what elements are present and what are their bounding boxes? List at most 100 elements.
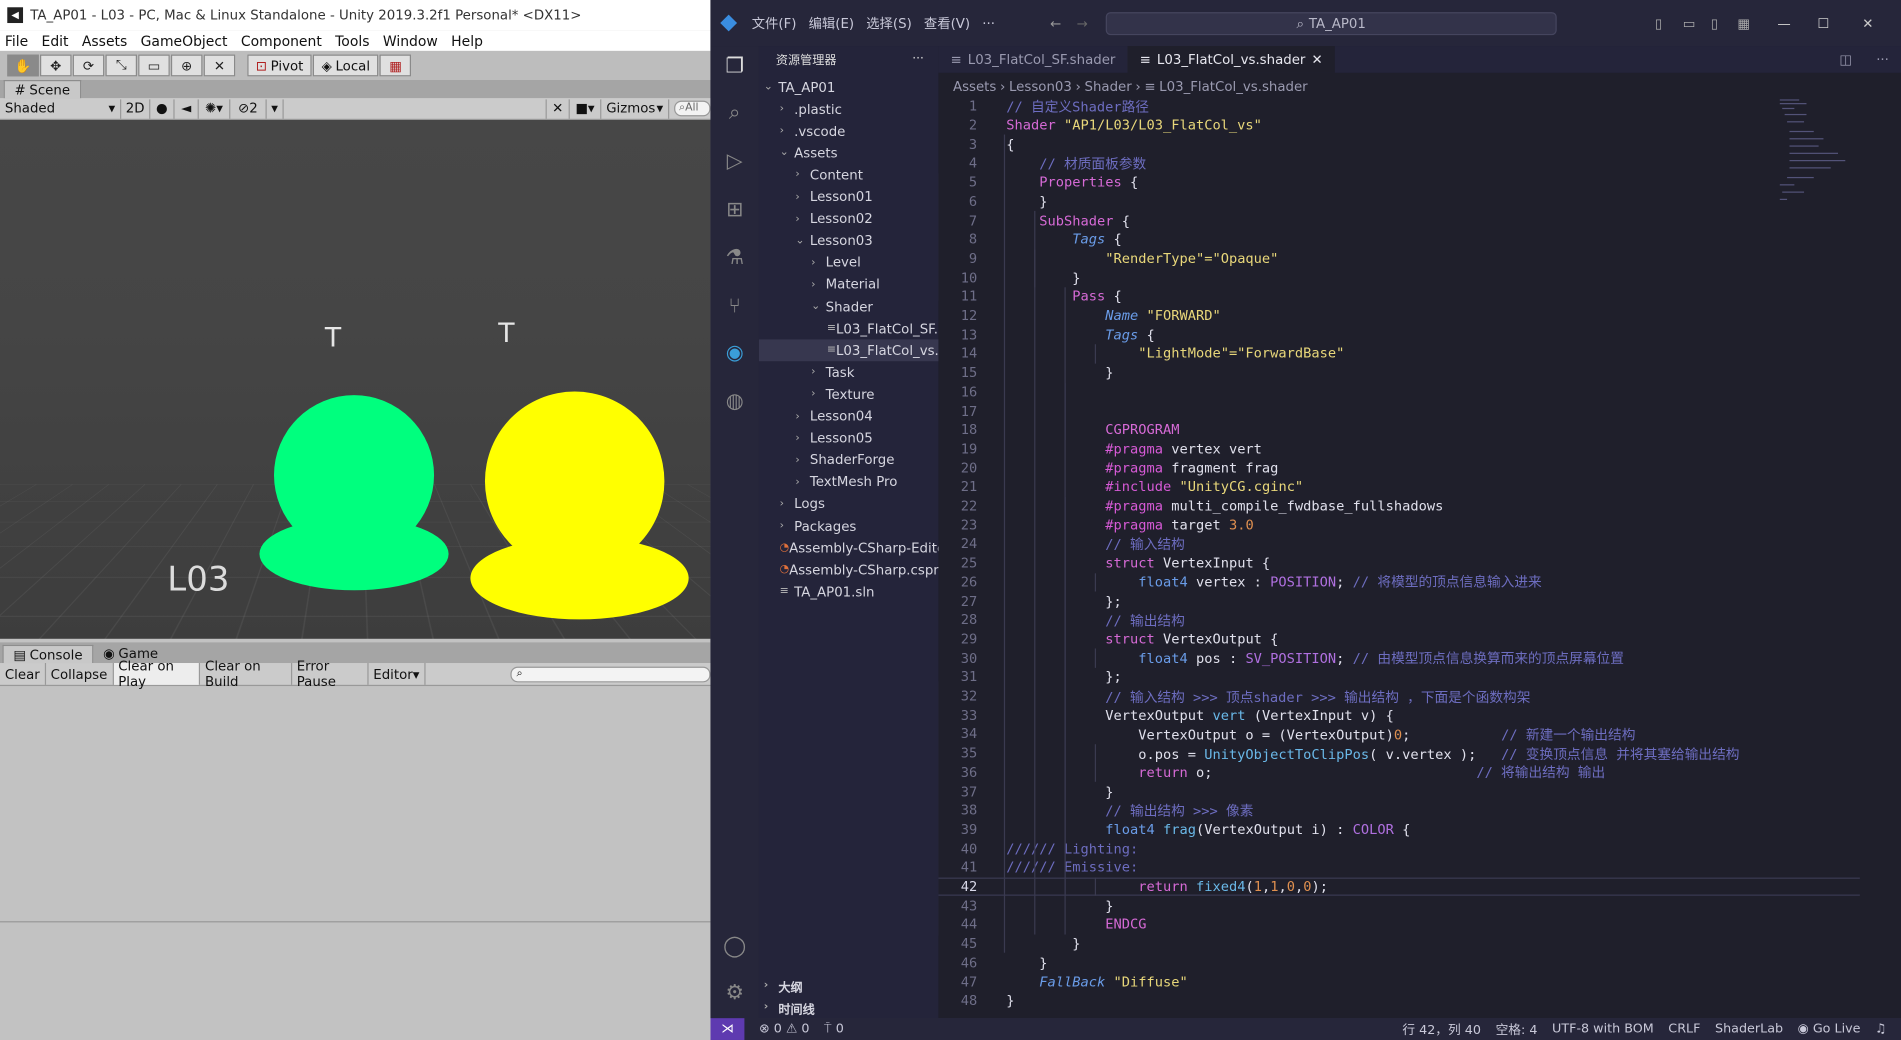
- hand-tool-button[interactable]: ✋: [7, 54, 39, 77]
- ports-indicator[interactable]: ⍑ 0: [824, 1021, 844, 1037]
- code-line[interactable]: 11 Pass {: [938, 287, 1859, 306]
- tree-folder[interactable]: › Level: [759, 252, 938, 274]
- split-editor-button[interactable]: ◫: [1827, 46, 1864, 73]
- code-line[interactable]: 5 Properties {: [938, 173, 1859, 192]
- hidden-layers-toggle[interactable]: ⊘ 2: [230, 98, 267, 119]
- minimize-icon[interactable]: —: [1777, 15, 1790, 31]
- settings-gear-icon[interactable]: ⚙: [721, 979, 748, 1006]
- code-line[interactable]: 13 Tags {: [938, 325, 1859, 344]
- code-line[interactable]: 9 "RenderType"="Opaque": [938, 249, 1859, 268]
- shading-mode-dropdown[interactable]: Shaded ▾: [0, 98, 122, 119]
- rotate-tool-button[interactable]: ⟳: [72, 54, 105, 77]
- code-line[interactable]: 45 }: [938, 934, 1859, 953]
- transform-tool-button[interactable]: ⊕: [170, 54, 203, 77]
- toggle-secondary-sidebar-icon[interactable]: ▯: [1711, 15, 1718, 31]
- tree-folder[interactable]: › Content: [759, 164, 938, 186]
- language-mode[interactable]: ShaderLab: [1715, 1022, 1783, 1037]
- code-line[interactable]: 20 #pragma fragment frag: [938, 459, 1859, 478]
- local-toggle[interactable]: ◈ Local: [313, 54, 379, 77]
- source-control-icon[interactable]: ⑂: [721, 293, 748, 320]
- tree-folder[interactable]: › Task: [759, 362, 938, 384]
- tree-folder[interactable]: › .plastic: [759, 98, 938, 120]
- code-line[interactable]: 26 float4 vertex : POSITION; // 将模型的顶点信息…: [938, 573, 1859, 592]
- command-center-search[interactable]: ⌕ TA_AP01: [1105, 12, 1557, 36]
- tab-scene[interactable]: # Scene: [3, 79, 81, 99]
- explorer-icon[interactable]: ❐: [721, 53, 748, 80]
- clear-on-build-toggle[interactable]: Clear on Build: [200, 658, 292, 690]
- code-line[interactable]: 39 float4 frag(VertexOutput i) : COLOR {: [938, 820, 1859, 839]
- tab-sf-shader[interactable]: ≡ L03_FlatCol_SF.shader: [938, 46, 1127, 73]
- forward-arrow-icon[interactable]: →: [1077, 15, 1088, 31]
- code-line[interactable]: 22 #pragma multi_compile_fwdbase_fullsha…: [938, 497, 1859, 516]
- account-icon[interactable]: ◯: [721, 933, 748, 960]
- menu-more[interactable]: ···: [982, 15, 995, 31]
- code-line[interactable]: 7 SubShader {: [938, 211, 1859, 230]
- testing-icon[interactable]: ⚗: [721, 245, 748, 272]
- custom-tool-button[interactable]: ✕: [203, 54, 236, 77]
- tree-folder[interactable]: › Logs: [759, 493, 938, 515]
- code-line[interactable]: 34 VertexOutput o = (VertexOutput)0; // …: [938, 725, 1859, 744]
- code-line[interactable]: 46 }: [938, 953, 1859, 972]
- editor-dropdown[interactable]: Editor ▾: [368, 663, 426, 685]
- code-line[interactable]: 41 ////// Emissive:: [938, 858, 1859, 877]
- tree-file[interactable]: ◔ Assembly-CSharp.csproj: [759, 559, 939, 581]
- tree-folder[interactable]: › ShaderForge: [759, 449, 938, 471]
- tree-folder[interactable]: ⌄ Assets: [759, 142, 938, 164]
- code-editor[interactable]: 1 // 自定义Shader路径 2 Shader "AP1/L03/L03_Flat…: [938, 97, 1860, 1018]
- gizmos-dropdown[interactable]: Gizmos ▾: [601, 98, 670, 119]
- tree-folder[interactable]: ⌄ TA_AP01: [759, 76, 938, 98]
- code-line[interactable]: 21 #include "UnityCG.cginc": [938, 478, 1859, 497]
- code-line[interactable]: 10 }: [938, 268, 1859, 287]
- code-line[interactable]: 15 }: [938, 363, 1859, 382]
- tree-folder[interactable]: › Lesson02: [759, 208, 938, 230]
- menu-edit-cn[interactable]: 编辑(E): [809, 13, 855, 32]
- code-line[interactable]: 27 };: [938, 592, 1859, 611]
- cursor-position[interactable]: 行 42，列 40: [1402, 1020, 1481, 1038]
- menu-selection-cn[interactable]: 选择(S): [866, 13, 912, 32]
- menu-view-cn[interactable]: 查看(V): [924, 13, 970, 32]
- code-line[interactable]: 30 float4 pos : SV_POSITION; // 由模型顶点信息换…: [938, 649, 1859, 668]
- timeline-section[interactable]: › 时间线: [759, 996, 938, 1018]
- tree-folder[interactable]: › .vscode: [759, 120, 938, 142]
- scale-tool-button[interactable]: ⤡: [105, 54, 138, 77]
- code-line[interactable]: 40 ////// Lighting:: [938, 839, 1859, 858]
- tree-folder[interactable]: › Material: [759, 274, 938, 296]
- code-line[interactable]: 24 // 输入结构: [938, 535, 1859, 554]
- tree-folder[interactable]: › Lesson04: [759, 405, 938, 427]
- layers-dropdown[interactable]: ▾: [267, 98, 284, 119]
- scene-viewport[interactable]: T T L03: [0, 119, 711, 639]
- tree-folder[interactable]: › Texture: [759, 383, 938, 405]
- code-line[interactable]: 23 #pragma target 3.0: [938, 516, 1859, 535]
- menu-component[interactable]: Component: [241, 32, 322, 49]
- code-line[interactable]: 1 // 自定义Shader路径: [938, 97, 1859, 116]
- breadcrumb-file[interactable]: L03_FlatCol_vs.shader: [1159, 78, 1308, 94]
- code-line[interactable]: 36 return o; // 将输出结构 输出: [938, 763, 1859, 782]
- tree-folder[interactable]: ⌄ Shader: [759, 296, 938, 318]
- outline-section[interactable]: › 大纲: [759, 975, 938, 997]
- code-line[interactable]: 38 // 输出结构 >>> 像素: [938, 801, 1859, 820]
- code-line[interactable]: 4 // 材质面板参数: [938, 154, 1859, 173]
- problems-indicator[interactable]: ⊗ 0 ⚠ 0: [759, 1022, 809, 1037]
- yellow-sphere-object[interactable]: [470, 391, 689, 620]
- collapse-button[interactable]: Collapse: [46, 663, 114, 685]
- breadcrumb-shader[interactable]: Shader: [1084, 78, 1131, 94]
- breadcrumb-lesson03[interactable]: Lesson03: [1009, 78, 1072, 94]
- green-sphere-object[interactable]: [259, 395, 449, 591]
- maximize-icon[interactable]: ☐: [1817, 15, 1829, 31]
- code-line[interactable]: 25 struct VertexInput {: [938, 554, 1859, 573]
- code-line[interactable]: 44 ENDCG: [938, 915, 1859, 934]
- clear-button[interactable]: Clear: [0, 663, 46, 685]
- notifications-bell-icon[interactable]: ♫: [1875, 1022, 1886, 1037]
- menu-gameobject[interactable]: GameObject: [141, 32, 228, 49]
- file-encoding[interactable]: UTF-8 with BOM: [1552, 1022, 1654, 1037]
- error-pause-toggle[interactable]: Error Pause: [292, 658, 369, 690]
- tree-folder[interactable]: › Packages: [759, 515, 938, 537]
- close-tab-icon[interactable]: ✕: [1311, 52, 1322, 68]
- go-live-button[interactable]: ◉ Go Live: [1798, 1022, 1861, 1037]
- pivot-toggle[interactable]: ⊡ Pivot: [247, 54, 312, 77]
- edge-devtools-icon[interactable]: ◉: [721, 339, 748, 366]
- close-window-icon[interactable]: ✕: [1862, 15, 1873, 31]
- minimap[interactable]: [1777, 97, 1886, 206]
- console-search-input[interactable]: ⌕: [510, 666, 711, 682]
- console-detail-splitter[interactable]: [0, 921, 711, 923]
